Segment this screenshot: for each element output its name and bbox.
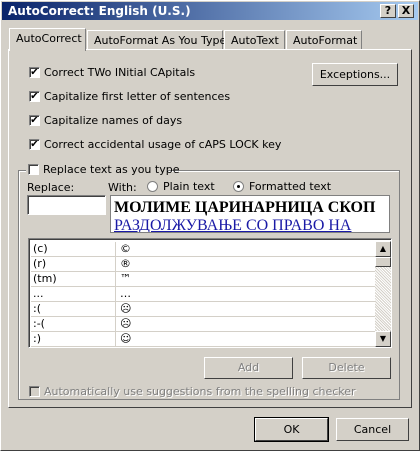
entry-replace: :) xyxy=(33,332,41,345)
scroll-up-arrow-icon[interactable]: ▲ xyxy=(375,241,391,257)
delete-button[interactable]: Delete xyxy=(302,357,391,379)
entry-replace: :-( xyxy=(33,317,45,330)
tab-autoformat-as-you-type[interactable]: AutoFormat As You Type xyxy=(87,30,226,50)
cancel-button[interactable]: Cancel xyxy=(336,418,409,441)
table-row[interactable]: :( ☹ xyxy=(31,301,375,317)
tab-autotext[interactable]: AutoText xyxy=(224,30,285,50)
option-label-capitalize-names-of-days: Capitalize names of days xyxy=(44,114,183,127)
radio-formatted-text[interactable] xyxy=(233,181,244,192)
table-row[interactable]: ... … xyxy=(31,286,375,302)
checkbox-capitalize-first-letter[interactable]: ✔ xyxy=(29,91,40,102)
table-row[interactable]: :-( ☹ xyxy=(31,316,375,332)
spelling-suggestions-label: Automatically use suggestions from the s… xyxy=(44,385,356,398)
preview-line-1: МОЛИМЕ ЦАРИНАРНИЦА СКОП xyxy=(114,199,376,216)
autocorrect-entries-list[interactable]: (c) © (r) ® (tm) ™ ... … :( ☹ :-( ☹ :) ☺ ▲ ▼ xyxy=(28,238,392,348)
entry-with: … xyxy=(115,287,131,301)
checkbox-capitalize-names-of-days[interactable]: ✔ xyxy=(29,115,40,126)
option-label-correct-two-initial-capitals: Correct TWo INitial CApitals xyxy=(44,66,196,79)
tab-autocorrect[interactable]: AutoCorrect xyxy=(9,28,86,51)
entry-with: ☺ xyxy=(115,332,131,346)
radio-plain-text[interactable] xyxy=(147,181,158,192)
add-button[interactable]: Add xyxy=(204,357,293,379)
replace-text-checkbox-label: Replace text as you type xyxy=(43,163,180,176)
checkbox-use-spelling-suggestions[interactable] xyxy=(29,386,40,397)
entry-with: © xyxy=(115,242,131,256)
window-title: AutoCorrect: English (U.S.) xyxy=(8,4,191,18)
table-row[interactable]: (r) ® xyxy=(31,256,375,272)
table-row[interactable]: :) ☺ xyxy=(31,331,375,347)
with-formatted-preview[interactable]: МОЛИМЕ ЦАРИНАРНИЦА СКОП РАЗДОЛЖУВАЊЕ СО … xyxy=(110,195,390,233)
preview-line-2: РАЗДОЛЖУВАЊЕ СО ПРАВО НА xyxy=(114,217,352,233)
tab-autoformat[interactable]: AutoFormat xyxy=(286,30,362,50)
replace-input[interactable] xyxy=(27,195,106,215)
plain-text-label: Plain text xyxy=(163,180,215,193)
entry-with: ☹ xyxy=(115,302,131,316)
entry-replace: (c) xyxy=(33,242,48,255)
entry-replace: :( xyxy=(33,302,41,315)
entry-replace: ... xyxy=(33,287,44,300)
table-row[interactable]: (c) © xyxy=(31,241,375,257)
ok-button[interactable]: OK xyxy=(254,417,329,442)
vertical-scrollbar[interactable]: ▲ ▼ xyxy=(375,241,391,347)
title-bar[interactable]: AutoCorrect: English (U.S.) ? X xyxy=(2,2,418,20)
with-label: With: xyxy=(108,181,137,194)
entry-with: ® xyxy=(115,257,131,271)
entry-replace: (r) xyxy=(33,257,47,270)
option-label-correct-caps-lock: Correct accidental usage of cAPS LOCK ke… xyxy=(44,138,282,151)
close-button[interactable]: X xyxy=(398,4,414,18)
checkbox-replace-text-as-you-type[interactable] xyxy=(28,164,39,175)
replace-label: Replace: xyxy=(27,181,75,194)
help-button[interactable]: ? xyxy=(380,4,396,18)
formatted-text-label: Formatted text xyxy=(249,180,332,193)
exceptions-button[interactable]: Exceptions... xyxy=(312,63,398,86)
table-row[interactable]: (tm) ™ xyxy=(31,271,375,287)
scroll-thumb[interactable] xyxy=(375,257,391,267)
checkbox-correct-two-initial-capitals[interactable]: ✔ xyxy=(29,67,40,78)
entry-replace: (tm) xyxy=(33,272,57,285)
entry-with: ™ xyxy=(115,272,131,286)
checkbox-correct-caps-lock[interactable]: ✔ xyxy=(29,139,40,150)
entry-with: ☹ xyxy=(115,317,131,331)
scroll-down-arrow-icon[interactable]: ▼ xyxy=(375,331,391,347)
option-label-capitalize-first-letter: Capitalize first letter of sentences xyxy=(44,90,231,103)
